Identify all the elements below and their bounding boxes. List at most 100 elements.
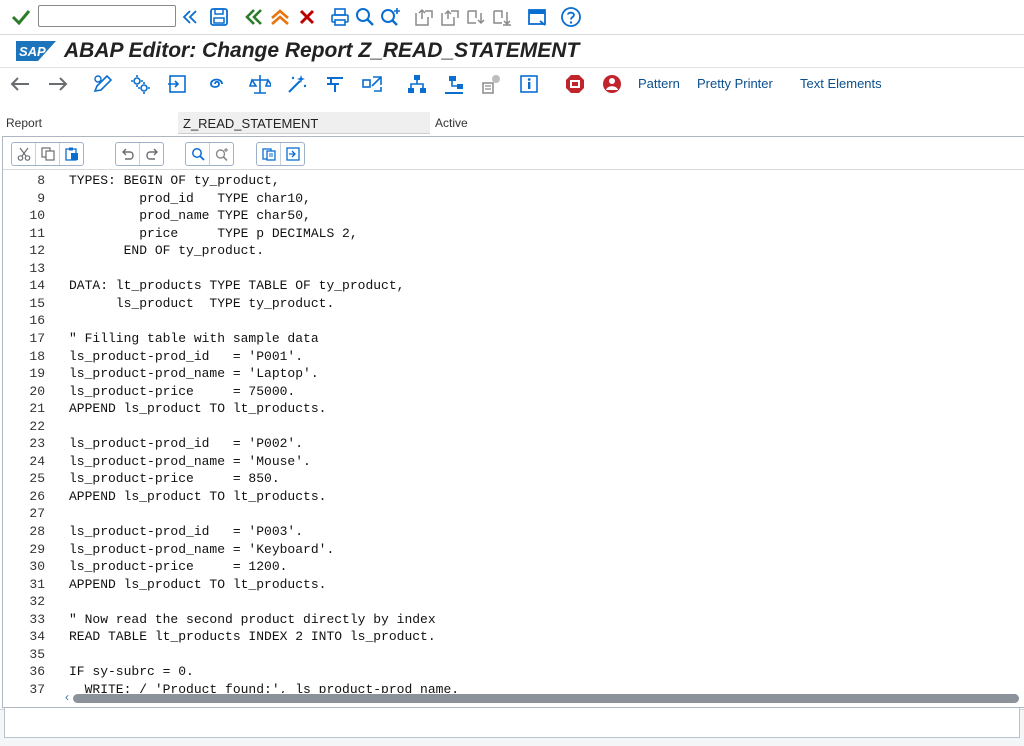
navigation-icon[interactable] [360, 72, 384, 96]
upload-icon[interactable] [281, 143, 304, 165]
code-line[interactable]: 27 [3, 506, 1024, 524]
find-icon[interactable] [354, 6, 376, 28]
code-line[interactable]: 31 APPEND ls_product TO lt_products. [3, 577, 1024, 595]
code-text[interactable]: IF sy-subrc = 0. [69, 664, 194, 679]
code-line[interactable]: 17 " Filling table with sample data [3, 331, 1024, 349]
redo-icon[interactable] [140, 143, 163, 165]
horizontal-scrollbar[interactable] [73, 694, 1019, 703]
code-line[interactable]: 10 prod_name TYPE char50, [3, 208, 1024, 226]
new-session-icon[interactable] [526, 6, 548, 28]
info-icon[interactable] [517, 72, 541, 96]
code-text[interactable]: TYPES: BEGIN OF ty_product, [69, 173, 280, 188]
code-line[interactable]: 22 [3, 419, 1024, 437]
code-line[interactable]: 30 ls_product-price = 1200. [3, 559, 1024, 577]
code-area[interactable]: 8 TYPES: BEGIN OF ty_product, 9 prod_id TY… [3, 172, 1024, 693]
where-used-icon[interactable] [323, 72, 347, 96]
pretty-printer-button[interactable]: Pretty Printer [697, 76, 773, 91]
forward-arrow-icon[interactable] [46, 72, 70, 96]
back-icon[interactable] [243, 6, 265, 28]
next-page-icon[interactable] [465, 6, 487, 28]
code-text[interactable]: APPEND ls_product TO lt_products. [69, 489, 326, 504]
set-breakpoint-icon[interactable] [563, 72, 587, 96]
code-line[interactable]: 18 ls_product-prod_id = 'P001'. [3, 349, 1024, 367]
hierarchy-icon[interactable] [405, 72, 429, 96]
code-line[interactable]: 32 [3, 594, 1024, 612]
code-line[interactable]: 36 IF sy-subrc = 0. [3, 664, 1024, 682]
cancel-icon[interactable] [296, 6, 318, 28]
code-line[interactable]: 11 price TYPE p DECIMALS 2, [3, 226, 1024, 244]
code-text[interactable]: DATA: lt_products TYPE TABLE OF ty_produ… [69, 278, 404, 293]
code-text[interactable]: APPEND ls_product TO lt_products. [69, 577, 326, 592]
download-icon[interactable] [257, 143, 281, 165]
code-line[interactable]: 34 READ TABLE lt_products INDEX 2 INTO ls… [3, 629, 1024, 647]
code-text[interactable]: ls_product-prod_name = 'Keyboard'. [69, 542, 334, 557]
code-text[interactable]: APPEND ls_product TO lt_products. [69, 401, 326, 416]
code-line[interactable]: 25 ls_product-price = 850. [3, 471, 1024, 489]
code-text[interactable]: ls_product-prod_name = 'Laptop'. [69, 366, 319, 381]
code-line[interactable]: 19 ls_product-prod_name = 'Laptop'. [3, 366, 1024, 384]
activate-icon[interactable] [248, 72, 272, 96]
cut-icon[interactable] [12, 143, 36, 165]
code-text[interactable]: " Now read the second product directly b… [69, 612, 436, 627]
find-next-icon[interactable] [379, 6, 403, 28]
test-icon[interactable] [285, 72, 309, 96]
previous-page-icon[interactable] [439, 6, 461, 28]
code-text[interactable]: ls_product-price = 75000. [69, 384, 295, 399]
code-text[interactable]: ls_product-prod_id = 'P003'. [69, 524, 303, 539]
pattern-button[interactable]: Pattern [638, 76, 680, 91]
scroll-left-icon[interactable]: ‹ [65, 690, 69, 704]
breakpoint-icon[interactable] [480, 72, 504, 96]
code-line[interactable]: 13 [3, 261, 1024, 279]
code-line[interactable]: 8 TYPES: BEGIN OF ty_product, [3, 173, 1024, 191]
stop-icon[interactable] [600, 72, 624, 96]
code-text[interactable]: prod_name TYPE char50, [69, 208, 311, 223]
back-arrow-icon[interactable] [8, 72, 32, 96]
code-line[interactable]: 35 [3, 647, 1024, 665]
editor-find-next-icon[interactable] [210, 143, 233, 165]
last-page-icon[interactable] [491, 6, 513, 28]
command-field[interactable] [38, 5, 176, 27]
code-text[interactable]: price TYPE p DECIMALS 2, [69, 226, 357, 241]
code-line[interactable]: 15 ls_product TYPE ty_product. [3, 296, 1024, 314]
code-text[interactable]: ls_product-price = 850. [69, 471, 280, 486]
code-text[interactable]: ls_product TYPE ty_product. [69, 296, 334, 311]
code-text[interactable]: prod_id TYPE char10, [69, 191, 311, 206]
code-line[interactable]: 21 APPEND ls_product TO lt_products. [3, 401, 1024, 419]
code-line[interactable]: 9 prod_id TYPE char10, [3, 191, 1024, 209]
other-object-icon[interactable] [165, 72, 189, 96]
enter-check-icon[interactable] [10, 6, 32, 28]
code-line[interactable]: 16 [3, 313, 1024, 331]
save-icon[interactable] [208, 6, 230, 28]
code-text[interactable]: ls_product-prod_id = 'P001'. [69, 349, 303, 364]
copy-icon[interactable] [36, 143, 60, 165]
code-line[interactable]: 14 DATA: lt_products TYPE TABLE OF ty_pro… [3, 278, 1024, 296]
code-text[interactable]: ls_product-price = 1200. [69, 559, 287, 574]
expand-icon[interactable] [181, 6, 199, 28]
code-line[interactable]: 24 ls_product-prod_name = 'Mouse'. [3, 454, 1024, 472]
first-page-icon[interactable] [413, 6, 435, 28]
code-line[interactable]: 28 ls_product-prod_id = 'P003'. [3, 524, 1024, 542]
undo-icon[interactable] [116, 143, 140, 165]
help-icon[interactable] [559, 6, 583, 28]
code-line[interactable]: 29 ls_product-prod_name = 'Keyboard'. [3, 542, 1024, 560]
code-line[interactable]: 33 " Now read the second product directly… [3, 612, 1024, 630]
paste-icon[interactable] [60, 143, 83, 165]
editor-find-icon[interactable] [186, 143, 210, 165]
code-text[interactable]: END OF ty_product. [69, 243, 264, 258]
code-line[interactable]: 12 END OF ty_product. [3, 243, 1024, 261]
display-object-list-icon[interactable] [442, 72, 466, 96]
print-icon[interactable] [329, 6, 351, 28]
code-text[interactable]: ls_product-prod_id = 'P002'. [69, 436, 303, 451]
exit-icon[interactable] [269, 6, 291, 28]
display-change-icon[interactable] [91, 72, 115, 96]
code-text[interactable]: " Filling table with sample data [69, 331, 319, 346]
code-line[interactable]: 23 ls_product-prod_id = 'P002'. [3, 436, 1024, 454]
code-line[interactable]: 37 WRITE: / 'Product found:', ls_product… [3, 682, 1024, 693]
code-text[interactable]: ls_product-prod_name = 'Mouse'. [69, 454, 311, 469]
code-text[interactable]: READ TABLE lt_products INDEX 2 INTO ls_p… [69, 629, 436, 644]
code-text[interactable]: WRITE: / 'Product found:', ls_product-pr… [69, 682, 459, 693]
active-inactive-icon[interactable] [128, 72, 152, 96]
code-line[interactable]: 26 APPEND ls_product TO lt_products. [3, 489, 1024, 507]
code-line[interactable]: 20 ls_product-price = 75000. [3, 384, 1024, 402]
check-icon[interactable] [203, 72, 227, 96]
